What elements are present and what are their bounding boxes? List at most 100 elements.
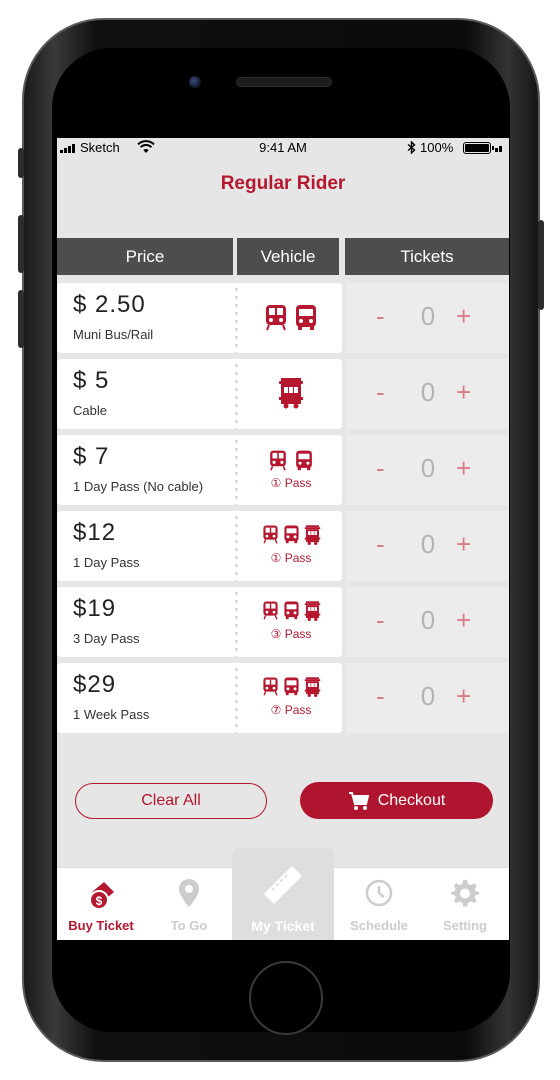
decrement-button[interactable]: - — [376, 605, 385, 636]
ticket-count: 0 — [420, 605, 436, 635]
ticket-row-cable: $ 5 Cable - 0 + — [57, 359, 509, 429]
volume-down-button — [18, 290, 24, 348]
ticket-description: Muni Bus/Rail — [73, 327, 154, 342]
ticket-price: $12 — [73, 519, 117, 546]
cart-icon — [348, 791, 369, 810]
perforation — [233, 663, 240, 733]
decrement-button[interactable]: - — [376, 453, 385, 484]
increment-button[interactable]: + — [456, 681, 471, 712]
vehicle-cell: ① Pass — [240, 435, 342, 505]
increment-button[interactable]: + — [456, 453, 471, 484]
header-price: Price — [57, 238, 233, 275]
app-screen: Sketch 9:41 AM 100% Regular Rider Price … — [57, 138, 509, 940]
clock-icon — [365, 879, 393, 907]
price-cell: $12 1 Day Pass — [57, 511, 233, 581]
ticket-count: 0 — [420, 301, 436, 331]
decrement-button[interactable]: - — [376, 681, 385, 712]
tab-label: To Go — [170, 918, 208, 933]
vehicle-cell: ⑦ Pass — [240, 663, 342, 733]
header-vehicle: Vehicle — [237, 238, 339, 275]
ticket-description: 1 Week Pass — [73, 707, 150, 722]
ticket-description: 3 Day Pass — [73, 631, 140, 646]
train-icon — [262, 677, 278, 696]
ticket-stepper: - 0 + — [346, 511, 509, 581]
signal-indicator-icon — [495, 146, 502, 152]
increment-button[interactable]: + — [456, 605, 471, 636]
price-cell: $29 1 Week Pass — [57, 663, 233, 733]
home-button[interactable] — [249, 961, 323, 1035]
decrement-button[interactable]: - — [376, 301, 385, 332]
price-cell: $19 3 Day Pass — [57, 587, 233, 657]
ticket-row-1week: $29 1 Week Pass ⑦ Pass - 0 + — [57, 663, 509, 733]
header-tickets: Tickets — [345, 238, 509, 275]
decrement-button[interactable]: - — [376, 377, 385, 408]
train-icon — [270, 450, 286, 471]
tab-label: Buy Ticket — [68, 918, 134, 933]
ticket-stepper: - 0 + — [346, 587, 509, 657]
ticket-price: $ 2.50 — [73, 291, 146, 318]
tab-buy-ticket[interactable]: $ Buy Ticket — [57, 868, 145, 940]
tab-label: Setting — [442, 918, 488, 933]
ticket-stepper: - 0 + — [346, 435, 509, 505]
volume-up-button — [18, 215, 24, 273]
cable-car-icon — [304, 525, 320, 546]
train-icon — [262, 525, 278, 544]
ticket-count: 0 — [420, 681, 436, 711]
ticket-count: 0 — [420, 453, 436, 483]
mute-switch — [18, 148, 24, 178]
pass-label: ① Pass — [270, 551, 312, 565]
battery-icon — [463, 142, 494, 154]
location-pin-icon — [179, 879, 199, 907]
checkout-label: Checkout — [377, 791, 446, 809]
tab-schedule[interactable]: Schedule — [335, 868, 423, 940]
ticket-stepper: - 0 + — [346, 359, 509, 429]
ticket-count: 0 — [420, 377, 436, 407]
tab-label: My Ticket — [251, 918, 315, 934]
increment-button[interactable]: + — [456, 377, 471, 408]
ticket-stepper: - 0 + — [346, 663, 509, 733]
pass-label: ⑦ Pass — [270, 703, 312, 717]
perforation — [233, 587, 240, 657]
train-icon — [262, 601, 278, 620]
ticket-stepper: - 0 + — [346, 283, 509, 353]
tab-my-ticket[interactable]: My Ticket — [232, 848, 334, 940]
power-button — [538, 220, 544, 310]
increment-button[interactable]: + — [456, 529, 471, 560]
ticket-row-3day: $19 3 Day Pass ③ Pass - 0 + — [57, 587, 509, 657]
ticket-count: 0 — [420, 529, 436, 559]
tab-to-go[interactable]: To Go — [145, 868, 233, 940]
price-cell: $ 7 1 Day Pass (No cable) — [57, 435, 233, 505]
ticket-price: $29 — [73, 671, 117, 698]
ticket-row-1day-nocable: $ 7 1 Day Pass (No cable) ① Pass - 0 + — [57, 435, 509, 505]
svg-text:$: $ — [96, 894, 103, 908]
decrement-button[interactable]: - — [376, 529, 385, 560]
cable-car-icon — [304, 677, 320, 698]
pass-label: ① Pass — [270, 476, 312, 490]
price-cell: $ 5 Cable — [57, 359, 233, 429]
train-icon — [266, 305, 286, 331]
ticket-price: $ 7 — [73, 443, 110, 470]
perforation — [233, 283, 240, 353]
bus-icon — [283, 677, 299, 696]
cable-car-icon — [279, 378, 303, 409]
tab-setting[interactable]: Setting — [421, 868, 509, 940]
ticket-row-muni: $ 2.50 Muni Bus/Rail - 0 + — [57, 283, 509, 353]
ticket-description: Cable — [73, 403, 107, 418]
increment-button[interactable]: + — [456, 301, 471, 332]
battery-percentage: 100% — [420, 140, 454, 155]
perforation — [233, 435, 240, 505]
clear-all-button[interactable]: Clear All — [75, 783, 267, 819]
ticket-description: 1 Day Pass (No cable) — [73, 479, 204, 494]
ticket-description: 1 Day Pass — [73, 555, 140, 570]
status-bar: Sketch 9:41 AM 100% — [57, 138, 509, 158]
page-title: Regular Rider — [220, 173, 346, 194]
bus-icon — [296, 305, 316, 330]
ticket-price: $19 — [73, 595, 117, 622]
bus-icon — [296, 450, 312, 471]
tab-bar: $ Buy Ticket To Go My Ticket Schedule Se… — [57, 848, 509, 940]
vehicle-cell — [240, 359, 342, 429]
ticket-row-1day: $12 1 Day Pass ① Pass - 0 + — [57, 511, 509, 581]
checkout-button[interactable]: Checkout — [300, 782, 493, 819]
vehicle-cell: ① Pass — [240, 511, 342, 581]
earpiece-speaker — [236, 77, 332, 87]
